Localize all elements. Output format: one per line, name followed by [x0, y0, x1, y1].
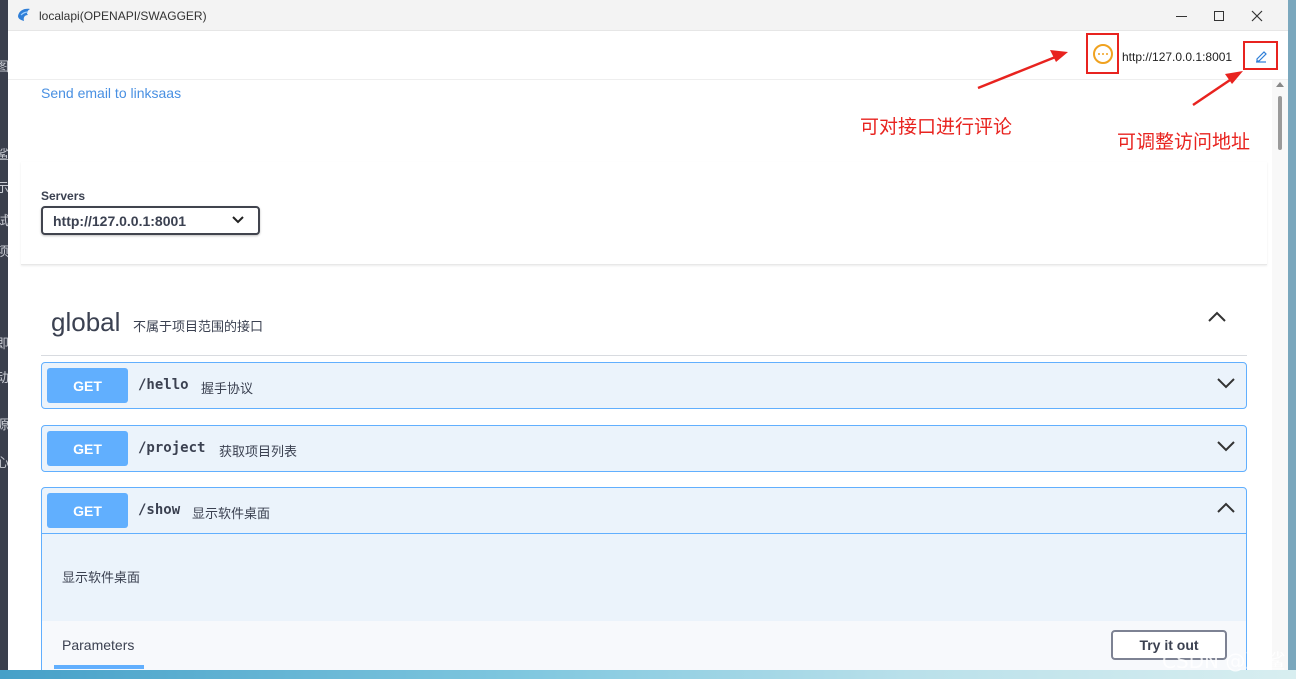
- operation-description: 显示软件桌面: [62, 570, 141, 585]
- edit-address-button[interactable]: [1243, 41, 1278, 70]
- minimize-icon: [1175, 15, 1187, 17]
- swagger-content: Send email to linksaas Servers http://12…: [8, 80, 1272, 670]
- server-url-display: http://127.0.0.1:8001: [1122, 50, 1233, 64]
- chevron-up-icon[interactable]: [1216, 502, 1236, 514]
- chevron-down-icon: [232, 216, 244, 224]
- pencil-icon: [1255, 50, 1267, 63]
- taskbar-glow: [0, 670, 1296, 679]
- operation-show[interactable]: GET /show 显示软件桌面 显示软件桌面 Parameters Try i…: [41, 487, 1247, 670]
- operation-summary: 获取项目列表: [219, 444, 298, 459]
- chevron-down-icon[interactable]: [1216, 377, 1236, 389]
- desktop-right-strip: [1288, 0, 1296, 679]
- close-button[interactable]: [1239, 4, 1275, 28]
- tag-section-global[interactable]: global 不属于项目范围的接口: [41, 295, 1247, 356]
- app-window: localapi(OPENAPI/SWAGGER) http://127.0.0…: [8, 0, 1288, 670]
- vertical-scrollbar[interactable]: [1272, 80, 1288, 670]
- servers-select[interactable]: http://127.0.0.1:8001: [41, 206, 260, 235]
- chevron-down-icon[interactable]: [1216, 440, 1236, 452]
- operation-summary: 握手协议: [201, 381, 254, 396]
- method-badge: GET: [47, 431, 128, 466]
- scrollbar-thumb[interactable]: [1278, 96, 1282, 150]
- scroll-up-arrow-icon[interactable]: [1276, 82, 1284, 87]
- operation-path: /project: [138, 440, 206, 456]
- comment-button[interactable]: [1086, 33, 1119, 74]
- operation-path: /hello: [138, 377, 189, 393]
- operation-project[interactable]: GET /project 获取项目列表: [41, 425, 1247, 472]
- tag-description: 不属于项目范围的接口: [133, 319, 264, 334]
- maximize-icon: [1214, 11, 1224, 21]
- method-badge: GET: [47, 368, 128, 403]
- app-logo-icon: [18, 8, 30, 21]
- servers-label: Servers: [41, 189, 86, 203]
- chevron-up-icon[interactable]: [1207, 311, 1227, 323]
- window-title: localapi(OPENAPI/SWAGGER): [39, 9, 207, 23]
- close-icon: [1251, 10, 1263, 22]
- tag-name: global: [51, 307, 121, 337]
- maximize-button[interactable]: [1201, 4, 1237, 28]
- api-toolbar: http://127.0.0.1:8001: [8, 31, 1288, 80]
- title-bar[interactable]: localapi(OPENAPI/SWAGGER): [8, 0, 1288, 31]
- annotation-address: 可调整访问地址: [1117, 131, 1251, 153]
- email-link[interactable]: Send email to linksaas: [41, 85, 181, 101]
- annotation-comment: 可对接口进行评论: [860, 116, 1013, 138]
- tab-active-indicator: [54, 665, 144, 669]
- operation-path: /show: [138, 502, 181, 518]
- servers-panel: Servers http://127.0.0.1:8001: [21, 162, 1267, 265]
- operation-summary: 显示软件桌面: [192, 506, 271, 521]
- operation-body: 显示软件桌面 Parameters Try it out: [42, 533, 1246, 670]
- servers-selected-value: http://127.0.0.1:8001: [53, 213, 187, 229]
- tab-parameters[interactable]: Parameters: [62, 637, 134, 653]
- parameters-bar: Parameters Try it out: [42, 621, 1246, 670]
- method-badge: GET: [47, 493, 128, 528]
- csdn-watermark: CSDN @凌鲨: [1162, 649, 1286, 673]
- minimize-button[interactable]: [1163, 4, 1199, 28]
- operation-hello[interactable]: GET /hello 握手协议: [41, 362, 1247, 409]
- comment-icon: [1092, 43, 1113, 64]
